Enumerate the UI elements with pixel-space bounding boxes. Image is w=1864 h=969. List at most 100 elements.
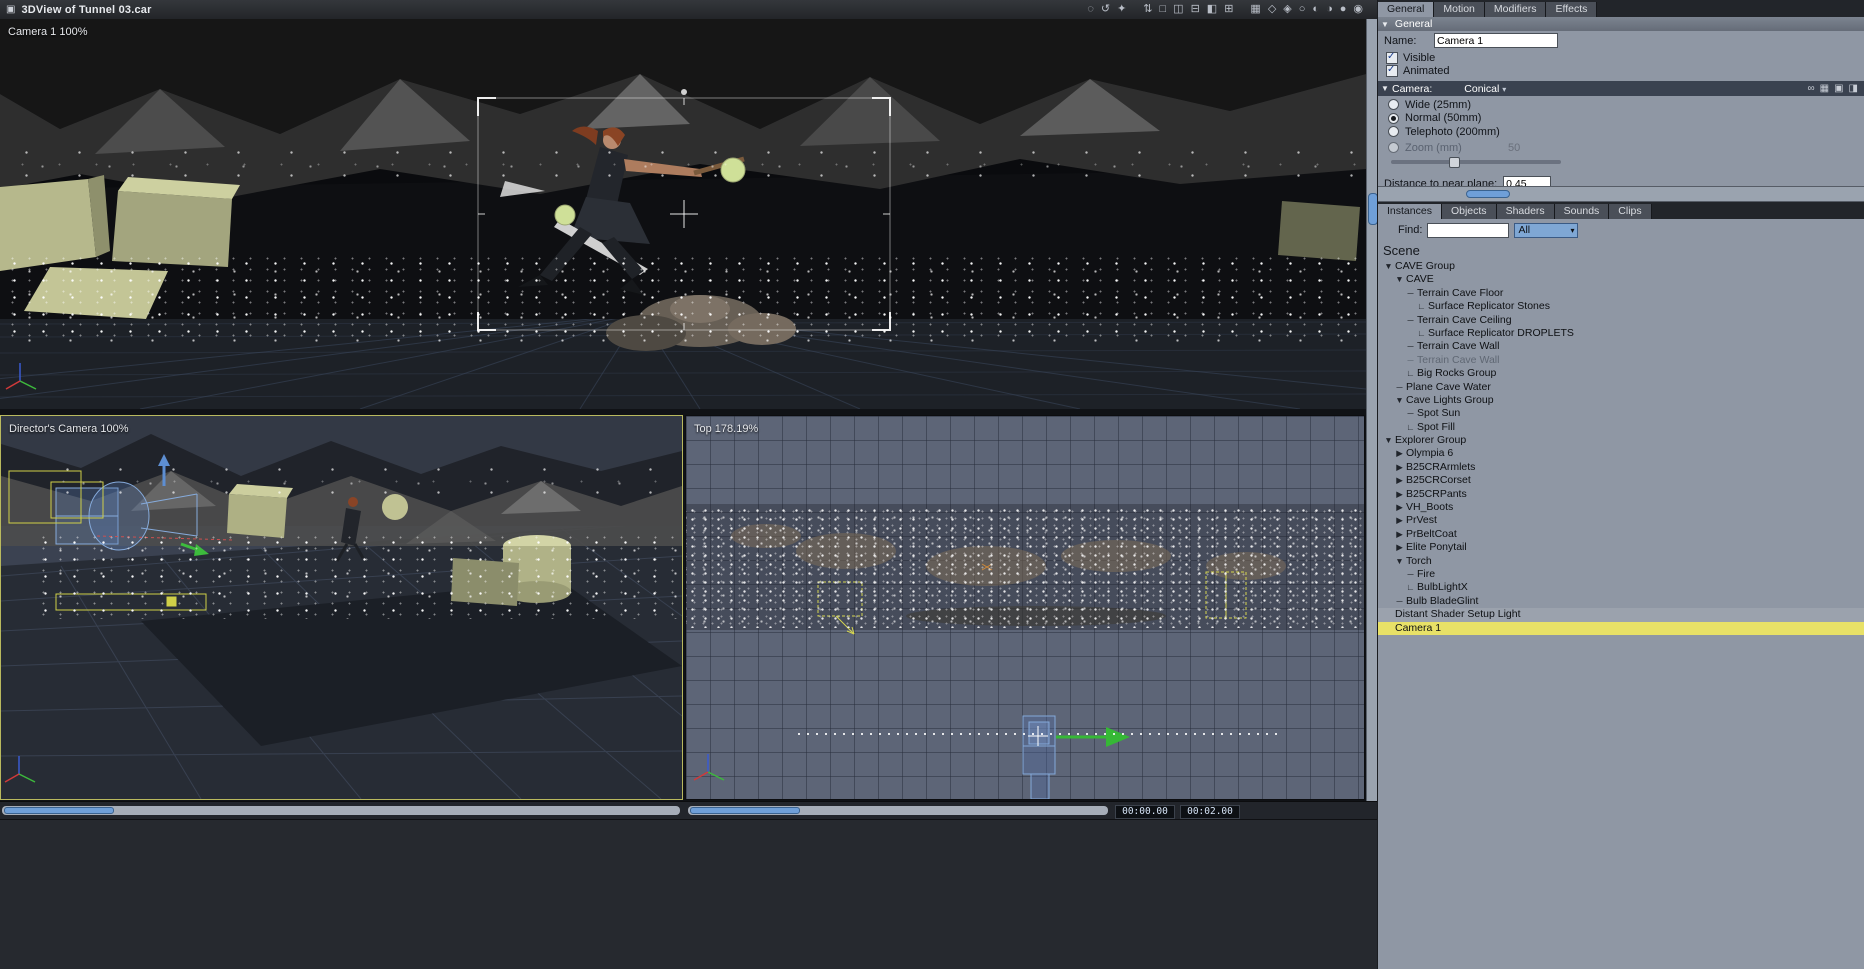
- layout-two-vertical-icon[interactable]: ◫: [1173, 4, 1183, 15]
- viewport-director[interactable]: Director's Camera 100%: [0, 415, 683, 800]
- layout-two-horizontal-icon[interactable]: ⊟: [1191, 4, 1200, 15]
- display-phong-icon[interactable]: ◑: [1326, 4, 1333, 15]
- panel-divider-scrollbar[interactable]: [1378, 186, 1864, 202]
- tree-item-camera-1[interactable]: Camera 1: [1378, 621, 1864, 635]
- tree-item-terrain-cave-floor[interactable]: ─ Terrain Cave Floor: [1378, 287, 1864, 300]
- display-wireframe-icon[interactable]: ◈: [1283, 4, 1291, 15]
- tab-clips[interactable]: Clips: [1609, 204, 1652, 219]
- filter-dropdown[interactable]: All ▾: [1514, 222, 1579, 238]
- find-row: Find: All ▾: [1398, 221, 1579, 239]
- animated-checkbox[interactable]: [1386, 64, 1398, 77]
- general-section-header[interactable]: ▼ General: [1378, 17, 1864, 31]
- top-scroll-thumb[interactable]: [690, 807, 800, 814]
- tree-item-surface-replicator-stones[interactable]: ∟ Surface Replicator Stones: [1378, 300, 1864, 313]
- zoom-slider-thumb[interactable]: [1449, 157, 1460, 168]
- director-scroll-thumb[interactable]: [4, 807, 114, 814]
- end-time-display[interactable]: 00:02.00: [1180, 805, 1240, 819]
- radio-normal[interactable]: Normal (50mm): [1388, 112, 1608, 126]
- layout-single-icon[interactable]: □: [1160, 4, 1167, 15]
- layout-four-icon[interactable]: ⊞: [1224, 4, 1233, 15]
- tree-item-cave[interactable]: ▼ CAVE: [1378, 273, 1864, 286]
- display-box-icon[interactable]: ◇: [1268, 4, 1276, 15]
- rotate-view-icon[interactable]: ↺: [1101, 4, 1110, 15]
- tab-objects[interactable]: Objects: [1441, 204, 1497, 219]
- visible-checkbox[interactable]: [1386, 51, 1398, 64]
- viewport-label-top: Top 178.19%: [694, 423, 759, 435]
- director-horizontal-scrollbar[interactable]: [2, 806, 680, 815]
- tree-item-surface-replicator-droplets[interactable]: ∟ Surface Replicator DROPLETS: [1378, 327, 1864, 340]
- magnifier-tool-icon[interactable]: ◌: [1087, 4, 1094, 15]
- tree-item-terrain-cave-wall[interactable]: ─ Terrain Cave Wall: [1378, 340, 1864, 353]
- camera-type-dropdown[interactable]: Conical ▾: [1460, 83, 1510, 95]
- tree-item-fire[interactable]: ─ Fire: [1378, 568, 1864, 581]
- tree-item-spot-sun[interactable]: ─ Spot Sun: [1378, 407, 1864, 420]
- display-flat-icon[interactable]: ○: [1299, 4, 1306, 15]
- tree-item-b25crcorset[interactable]: ▶ B25CRCorset: [1378, 474, 1864, 487]
- tree-item-olympia-6[interactable]: ▶ Olympia 6: [1378, 447, 1864, 460]
- radio-wide[interactable]: Wide (25mm): [1388, 98, 1608, 112]
- layout-grid-icon[interactable]: ▦: [1250, 4, 1260, 15]
- top-horizontal-scrollbar[interactable]: [688, 806, 1108, 815]
- tab-general[interactable]: General: [1378, 2, 1435, 17]
- tree-item-plane-cave-water[interactable]: ─ Plane Cave Water: [1378, 381, 1864, 394]
- solo-view-icon[interactable]: ▣: [1834, 83, 1843, 94]
- tree-prefix-icon: ▶: [1396, 542, 1403, 553]
- tree-item-cave-group[interactable]: ▼ CAVE Group: [1378, 260, 1864, 273]
- tree-item-terrain-cave-ceiling[interactable]: ─ Terrain Cave Ceiling: [1378, 314, 1864, 327]
- tree-item-explorer-group[interactable]: ▼ Explorer Group: [1378, 434, 1864, 447]
- divider-scroll-thumb[interactable]: [1466, 190, 1510, 198]
- zoom-slider[interactable]: [1391, 157, 1561, 168]
- tree-item-distant-shader-setup-light[interactable]: Distant Shader Setup Light: [1378, 608, 1864, 622]
- tree-item-prbeltcoat[interactable]: ▶ PrBeltCoat: [1378, 528, 1864, 541]
- tab-shaders[interactable]: Shaders: [1496, 204, 1555, 219]
- link-icon[interactable]: ∞: [1808, 83, 1815, 94]
- radio-icon: [1388, 112, 1399, 124]
- viewport-footer: 00:00.00 00:02.00: [0, 801, 1377, 819]
- tree-item-spot-fill[interactable]: ∟ Spot Fill: [1378, 421, 1864, 434]
- render-preview-icon[interactable]: ◉: [1353, 4, 1363, 15]
- tab-sounds[interactable]: Sounds: [1554, 204, 1610, 219]
- tree-prefix-icon: ▼: [1395, 394, 1404, 405]
- layout-three-icon[interactable]: ◧: [1207, 4, 1217, 15]
- tree-item-elite-ponytail[interactable]: ▶ Elite Ponytail: [1378, 541, 1864, 554]
- collapse-triangle-icon: ▼: [1381, 20, 1389, 29]
- viewport-camera1[interactable]: Camera 1 100%: [0, 19, 1366, 409]
- tree-prefix-icon: ─: [1396, 381, 1403, 392]
- camera-section-header[interactable]: ▼ Camera: Conical ▾ ∞ ▦ ▣ ◨: [1378, 81, 1864, 96]
- display-textured-icon[interactable]: ●: [1340, 4, 1347, 15]
- collapse-triangle-icon: ▼: [1381, 84, 1389, 93]
- visible-checkbox-row[interactable]: Visible: [1386, 51, 1435, 64]
- tree-item-vh-boots[interactable]: ▶ VH_Boots: [1378, 501, 1864, 514]
- radio-telephoto[interactable]: Telephoto (200mm): [1388, 125, 1608, 139]
- tree-item-torch[interactable]: ▼ Torch: [1378, 555, 1864, 568]
- grid-snap-icon[interactable]: ▦: [1820, 83, 1829, 94]
- animated-checkbox-row[interactable]: Animated: [1386, 64, 1449, 77]
- tree-item-terrain-cave-wall-2[interactable]: ─ Terrain Cave Wall: [1378, 354, 1864, 367]
- display-gouraud-icon[interactable]: ◐: [1312, 4, 1319, 15]
- radio-icon: [1388, 99, 1399, 111]
- zoom-option-row[interactable]: Zoom (mm) 50: [1388, 141, 1520, 154]
- tree-prefix-icon: ▶: [1396, 488, 1403, 499]
- tree-item-big-rocks-group[interactable]: ∟ Big Rocks Group: [1378, 367, 1864, 380]
- viewport-top[interactable]: Top 178.19%: [685, 415, 1365, 800]
- split-view-icon[interactable]: ◨: [1849, 83, 1858, 94]
- tab-modifiers[interactable]: Modifiers: [1484, 2, 1547, 17]
- tree-item-prvest[interactable]: ▶ PrVest: [1378, 514, 1864, 527]
- dolly-view-icon[interactable]: ⇅: [1143, 4, 1152, 15]
- tab-motion[interactable]: Motion: [1434, 2, 1485, 17]
- tree-item-bulb-bladeglint[interactable]: ─ Bulb BladeGlint: [1378, 595, 1864, 608]
- near-plane-input[interactable]: [1503, 176, 1552, 186]
- current-time-display[interactable]: 00:00.00: [1115, 805, 1175, 819]
- tree-item-b25crpants[interactable]: ▶ B25CRPants: [1378, 488, 1864, 501]
- find-input[interactable]: [1427, 222, 1510, 238]
- tab-effects[interactable]: Effects: [1546, 2, 1598, 17]
- tree-item-cave-lights-group[interactable]: ▼ Cave Lights Group: [1378, 394, 1864, 407]
- tree-prefix-icon: ∟: [1417, 301, 1426, 312]
- tree-item-b25crarmlets[interactable]: ▶ B25CRArmlets: [1378, 461, 1864, 474]
- name-input[interactable]: [1434, 33, 1558, 48]
- tab-instances[interactable]: Instances: [1378, 204, 1442, 219]
- tree-prefix-icon: ∟: [1406, 368, 1415, 379]
- viewport-vertical-scrollbar[interactable]: [1366, 19, 1378, 801]
- tree-item-bulblightx[interactable]: ∟ BulbLightX: [1378, 581, 1864, 594]
- pan-view-icon[interactable]: ✦: [1117, 4, 1126, 15]
